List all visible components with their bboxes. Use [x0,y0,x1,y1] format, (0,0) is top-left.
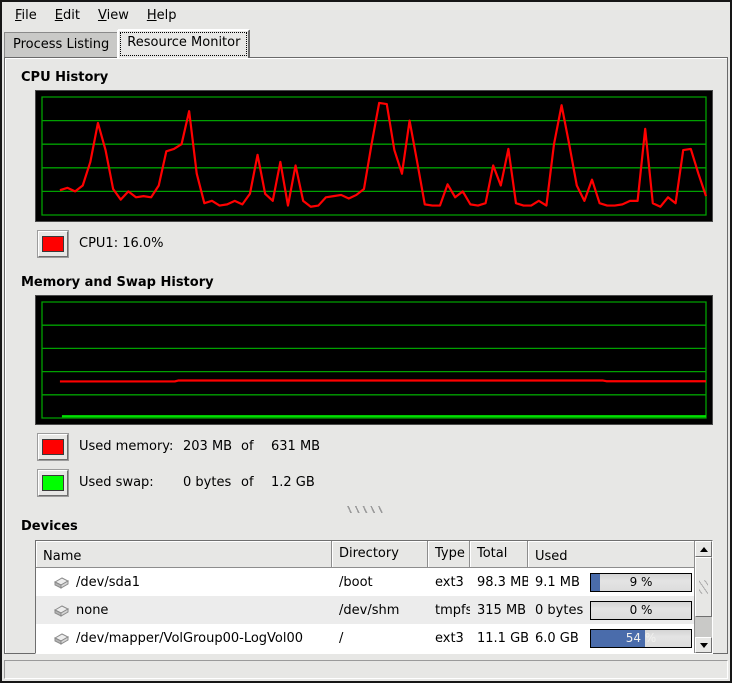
memory-swap-graph [35,295,713,425]
menu-view[interactable]: View [89,5,138,26]
used-swap-value: 0 bytes [183,475,241,490]
tab-process-listing[interactable]: Process Listing [4,32,118,57]
statusbar [4,660,728,679]
device-type: ext3 [428,631,470,646]
resource-monitor-page: CPU History CPU1: 16.0% Memory and Swap … [4,57,728,654]
used-swap-legend: Used swap: 0 bytes of 1.2 GB [38,469,719,496]
device-type: ext3 [428,575,470,590]
device-name: none [76,603,108,618]
device-type: tmpfs [428,603,470,618]
used-memory-value: 203 MB [183,439,241,454]
tab-resource-monitor[interactable]: Resource Monitor [118,30,249,58]
progressbar-label: 0 % [591,602,691,619]
menu-help-accesskey: H [147,8,157,23]
column-header-type[interactable]: Type [428,541,470,568]
devices-table-header: Name Directory Type Total Used [36,541,694,568]
device-used-progressbar: 9 % [590,573,692,592]
device-total: 98.3 MB [470,575,528,590]
used-memory-of: of [241,439,271,454]
menu-help-label: elp [157,8,177,23]
harddisk-icon [53,631,70,645]
thumb-grip-icon [699,580,708,594]
device-name-cell: none [36,603,332,618]
used-memory-color-button[interactable] [38,434,68,460]
scrollbar-up-button[interactable] [695,541,712,557]
devices-table: Name Directory Type Total Used /dev/sd [35,540,713,654]
device-used-cell: 0 bytes 0 % [528,601,694,620]
cpu-history-graph [35,90,713,222]
used-swap-of: of [241,475,271,490]
memory-swap-title: Memory and Swap History [21,275,719,290]
cpu-history-title: CPU History [21,70,719,85]
device-used-value: 6.0 GB [535,631,587,646]
swap-total-value: 1.2 GB [271,475,315,490]
column-header-used[interactable]: Used [528,541,694,568]
system-monitor-window: File Edit View Help Process Listing Reso… [0,0,732,683]
menu-edit-accesskey: E [55,8,63,23]
device-total: 11.1 GB [470,631,528,646]
column-header-total[interactable]: Total [470,541,528,568]
menu-edit[interactable]: Edit [46,5,89,26]
menu-view-accesskey: V [98,8,107,23]
device-used-cell: 6.0 GB 54 % [528,629,694,648]
cpu1-usage-label: CPU1: 16.0% [79,236,164,251]
cpu1-color-button[interactable] [38,231,68,257]
harddisk-icon [53,575,70,589]
menu-help[interactable]: Help [138,5,186,26]
device-used-cell: 9.1 MB 9 % [528,573,694,592]
memory-total-value: 631 MB [271,439,320,454]
used-memory-color-swatch [42,439,64,455]
used-memory-legend: Used memory: 203 MB of 631 MB [38,433,719,460]
cpu1-color-swatch [42,236,64,252]
device-name: /dev/sda1 [76,575,140,590]
devices-table-main: Name Directory Type Total Used /dev/sd [36,541,694,653]
progressbar-label: 54 % [591,630,691,647]
device-used-value: 9.1 MB [535,575,587,590]
device-used-progressbar: 0 % [590,601,692,620]
column-header-name[interactable]: Name [36,541,332,568]
device-directory: /dev/shm [332,603,428,618]
device-row-sda1[interactable]: /dev/sda1 /boot ext3 98.3 MB 9.1 MB 9 % [36,568,694,596]
column-header-directory[interactable]: Directory [332,541,428,568]
menu-file[interactable]: File [6,5,46,26]
menu-view-label: iew [107,8,129,23]
used-swap-color-button[interactable] [38,470,68,496]
scrollbar-down-button[interactable] [695,637,712,653]
used-swap-color-swatch [42,475,64,491]
progressbar-label: 9 % [591,574,691,591]
memory-swap-plot [42,302,706,418]
menubar: File Edit View Help [2,2,730,29]
cpu-legend: CPU1: 16.0% [38,230,719,257]
device-name: /dev/mapper/VolGroup00-LogVol00 [76,631,303,646]
pane-resize-grip[interactable] [347,506,385,513]
menu-edit-label: dit [63,8,80,23]
device-name-cell: /dev/sda1 [36,575,332,590]
device-directory: / [332,631,428,646]
devices-vertical-scrollbar [694,541,712,653]
scrollbar-thumb[interactable] [695,557,712,617]
up-arrow-icon [700,547,708,552]
device-used-value: 0 bytes [535,603,587,618]
harddisk-icon [53,603,70,617]
device-directory: /boot [332,575,428,590]
device-row-none[interactable]: none /dev/shm tmpfs 315 MB 0 bytes 0 % [36,596,694,624]
used-swap-label: Used swap: [79,475,183,490]
scrollbar-trough[interactable] [695,617,712,637]
device-name-cell: /dev/mapper/VolGroup00-LogVol00 [36,631,332,646]
device-row-volgroup[interactable]: /dev/mapper/VolGroup00-LogVol00 / ext3 1… [36,624,694,652]
down-arrow-icon [700,643,708,648]
devices-title: Devices [21,519,719,534]
device-used-progressbar: 54 % [590,629,692,648]
used-memory-label: Used memory: [79,439,183,454]
device-total: 315 MB [470,603,528,618]
cpu-history-plot [42,97,706,215]
menu-file-label: ile [22,8,37,23]
tabstrip: Process Listing Resource Monitor [2,29,730,57]
